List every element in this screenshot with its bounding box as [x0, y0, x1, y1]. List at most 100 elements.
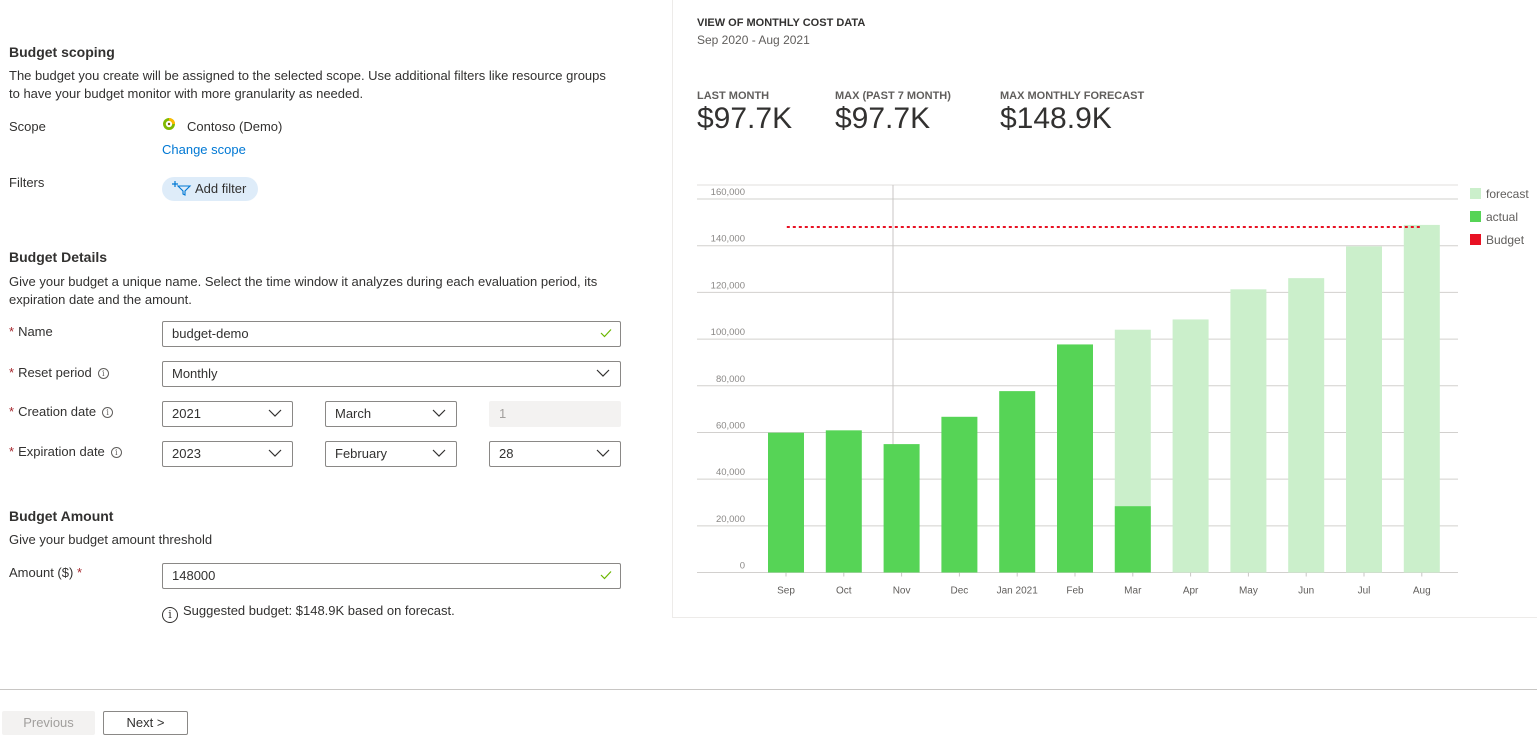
kpi-max-forecast: MAX MONTHLY FORECAST $148.9K	[1000, 90, 1144, 136]
name-input[interactable]: budget-demo	[162, 321, 621, 347]
info-circle-icon: i	[162, 607, 178, 623]
bar-forecast	[1346, 246, 1382, 573]
x-tick-label: May	[1239, 586, 1258, 597]
panel-title: VIEW OF MONTHLY COST DATA	[697, 17, 866, 29]
bar-forecast	[1230, 289, 1267, 573]
description-line: expiration date and the amount.	[9, 292, 192, 307]
kpi-value: $148.9K	[1000, 102, 1112, 135]
creation-month-dropdown[interactable]: March	[325, 401, 457, 427]
creation-date-label: * Creation date i	[9, 404, 114, 419]
name-value: budget-demo	[172, 326, 249, 341]
x-tick-label: Apr	[1183, 586, 1199, 597]
amount-input[interactable]: 148000	[162, 563, 621, 589]
chevron-down-icon	[432, 409, 446, 417]
reset-period-dropdown[interactable]: Monthly	[162, 361, 621, 387]
add-filter-icon	[172, 181, 192, 196]
expiration-day-dropdown[interactable]: 28	[489, 441, 621, 467]
x-tick-label: Sep	[777, 586, 795, 597]
required-marker: *	[9, 365, 15, 380]
creation-day-value: 1	[499, 406, 507, 421]
add-filter-button[interactable]: Add filter	[162, 177, 259, 201]
x-tick-label: Jan 2021	[997, 586, 1039, 597]
bar-actual	[768, 432, 804, 573]
kpi-label: MAX MONTHLY FORECAST	[1000, 90, 1145, 102]
bar-actual	[999, 391, 1036, 573]
legend-budget[interactable]: Budget	[1470, 233, 1524, 247]
reset-period-label: * Reset period i	[9, 365, 109, 380]
kpi-value: $97.7K	[835, 102, 931, 135]
x-tick-label: Jul	[1358, 586, 1371, 597]
legend-label: actual	[1486, 210, 1519, 224]
chevron-down-icon	[596, 369, 610, 377]
info-icon[interactable]: i	[110, 447, 122, 458]
budget-amount-description: Give your budget amount threshold	[9, 532, 213, 547]
chevron-down-icon	[268, 409, 282, 417]
expiration-day-value: 28	[499, 446, 514, 461]
chevron-down-icon	[432, 449, 446, 457]
panel-date-range: Sep 2020 - Aug 2021	[697, 33, 810, 47]
required-marker: *	[9, 404, 15, 419]
x-tick-label: Oct	[836, 586, 852, 597]
info-icon[interactable]: i	[97, 368, 109, 379]
name-label: * Name	[9, 324, 53, 339]
next-button[interactable]: Next >	[103, 711, 188, 735]
legend-forecast[interactable]: forecast	[1470, 187, 1529, 201]
valid-check-icon	[600, 571, 612, 580]
expiration-month-dropdown[interactable]: February	[325, 441, 457, 467]
info-icon[interactable]: i	[102, 407, 114, 418]
description-line: The budget you create will be assigned t…	[9, 68, 606, 83]
y-tick-label: 60,000	[716, 420, 745, 431]
bar-actual	[1114, 506, 1151, 573]
creation-date-label-text: Creation date	[18, 404, 97, 419]
expiration-month-value: February	[335, 446, 388, 461]
x-tick-label: Jun	[1298, 586, 1314, 597]
budget-amount-title: Budget Amount	[9, 508, 114, 524]
expiration-date-label: * Expiration date i	[9, 444, 122, 459]
suggested-budget-note: i Suggested budget: $148.9K based on fore…	[162, 603, 455, 623]
previous-button[interactable]: Previous	[2, 711, 95, 735]
change-scope-link[interactable]: Change scope	[162, 142, 246, 157]
bar-forecast	[1403, 224, 1440, 573]
creation-year-dropdown[interactable]: 2021	[162, 401, 293, 427]
kpi-label: LAST MONTH	[697, 90, 770, 102]
y-tick-label: 80,000	[716, 374, 745, 385]
legend-swatch	[1470, 211, 1481, 222]
budget-scoping-description: The budget you create will be assigned t…	[9, 67, 606, 103]
bar-actual	[1057, 344, 1093, 573]
x-tick-label: Feb	[1066, 586, 1084, 597]
add-filter-label: Add filter	[195, 181, 247, 196]
creation-day-field: 1	[489, 401, 621, 427]
chevron-down-icon	[268, 449, 282, 457]
x-tick-label: Aug	[1413, 586, 1431, 597]
legend-actual[interactable]: actual	[1470, 210, 1518, 224]
kpi-label: MAX (PAST 7 MONTH)	[835, 90, 951, 102]
required-marker: *	[9, 324, 15, 339]
legend-label: forecast	[1486, 187, 1529, 201]
bar-forecast	[1288, 278, 1325, 573]
reset-period-label-text: Reset period	[18, 365, 92, 380]
amount-value: 148000	[172, 568, 216, 583]
valid-check-icon	[600, 329, 612, 338]
bar-actual	[883, 444, 920, 573]
amount-label-text: Amount ($)	[9, 565, 74, 580]
expiration-year-dropdown[interactable]: 2023	[162, 441, 293, 467]
legend-swatch	[1470, 188, 1481, 199]
scope-icon	[162, 117, 176, 131]
amount-label: Amount ($) *	[9, 565, 86, 580]
legend-label: Budget	[1486, 233, 1525, 247]
kpi-last-month: LAST MONTH $97.7K	[697, 90, 792, 136]
kpi-max-past: MAX (PAST 7 MONTH) $97.7K	[835, 90, 951, 136]
budget-details-title: Budget Details	[9, 249, 108, 265]
required-marker: *	[76, 565, 82, 580]
creation-month-value: March	[335, 406, 372, 421]
bar-actual	[941, 416, 978, 573]
x-tick-label: Dec	[951, 586, 969, 597]
y-tick-label: 160,000	[711, 187, 745, 198]
bar-actual	[825, 430, 862, 573]
legend-swatch	[1470, 234, 1481, 245]
name-label-text: Name	[18, 324, 53, 339]
expiration-year-value: 2023	[172, 446, 201, 461]
y-tick-label: 120,000	[711, 280, 745, 291]
x-tick-label: Nov	[893, 586, 911, 597]
y-tick-label: 140,000	[711, 234, 745, 245]
